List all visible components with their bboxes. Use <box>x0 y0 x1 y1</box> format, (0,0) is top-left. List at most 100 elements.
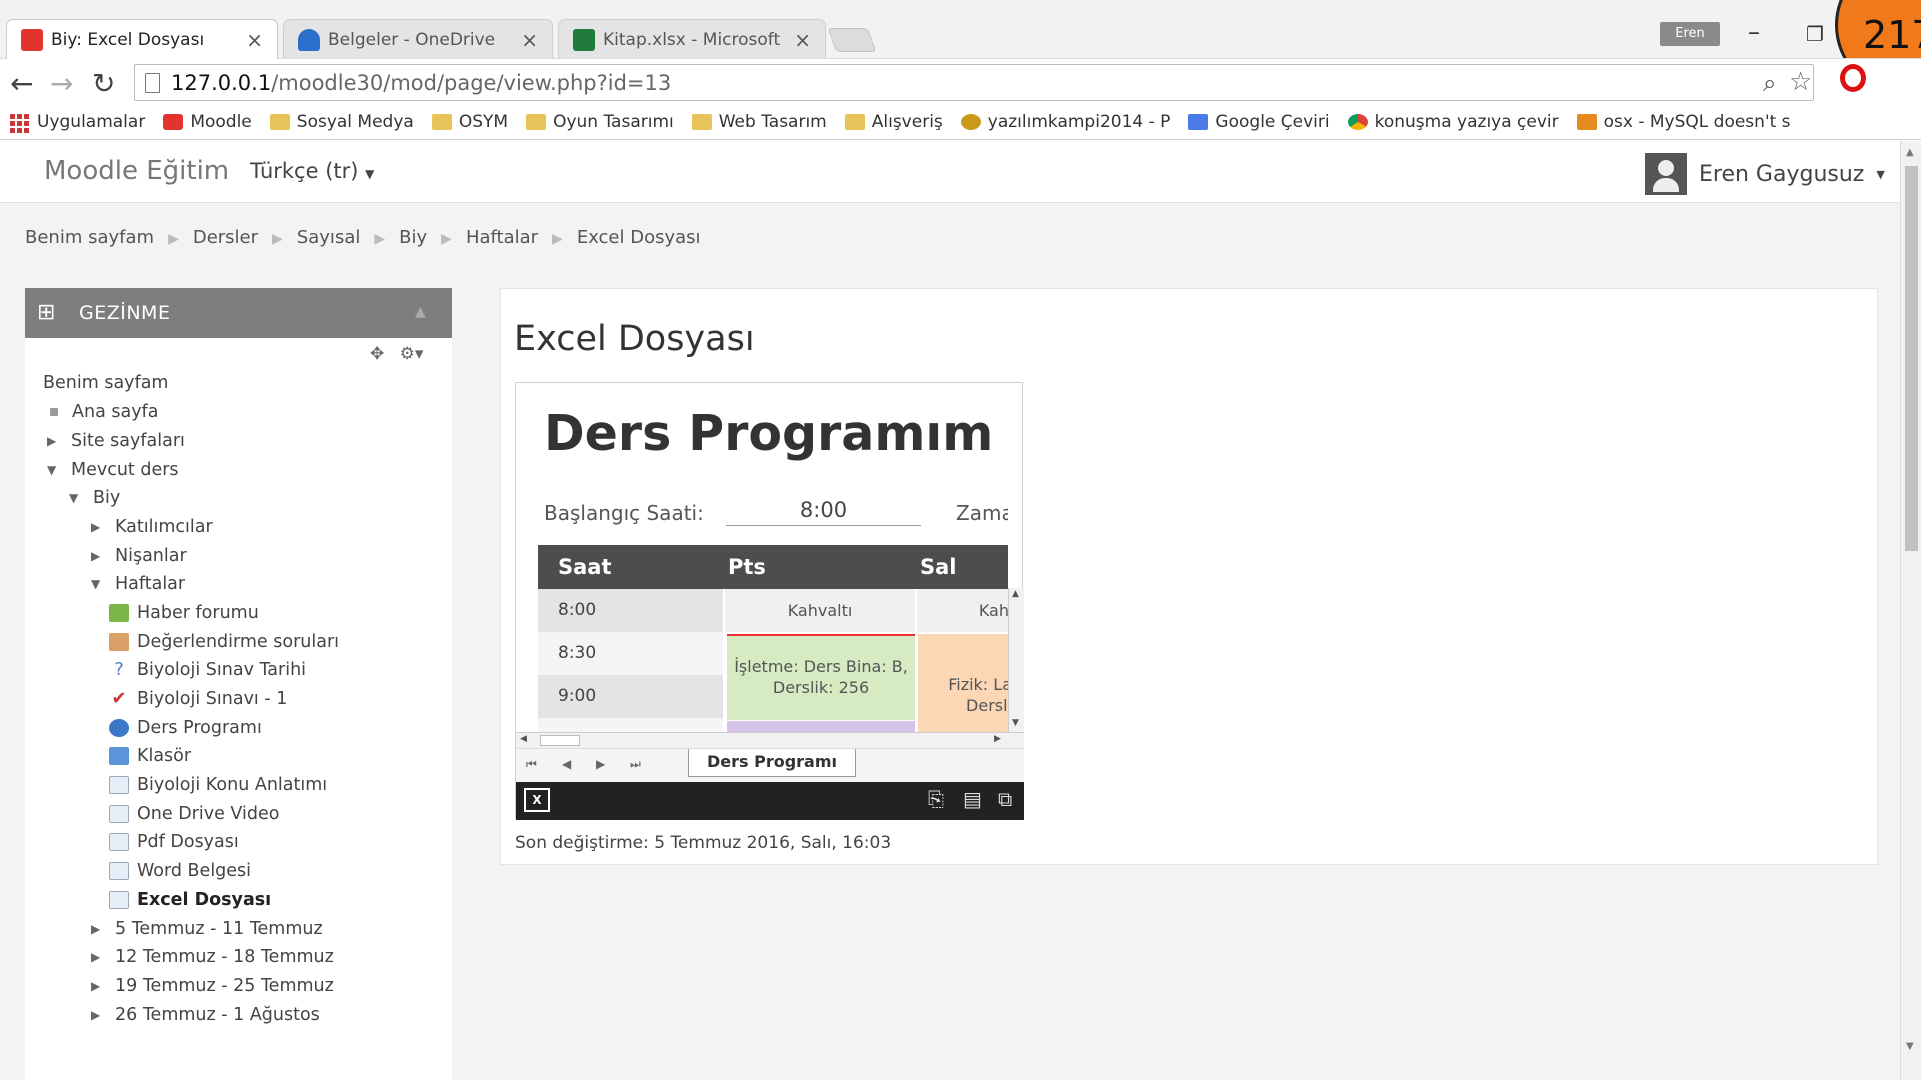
page-scrollbar[interactable]: ▲ ▼ <box>1900 141 1921 1080</box>
time-cell[interactable] <box>538 718 723 732</box>
site-brand[interactable]: Moodle Eğitim <box>44 156 229 186</box>
breadcrumb-item[interactable]: Haftalar <box>466 227 538 248</box>
nav-item-site-sayfalari[interactable]: ▶ Site sayfaları <box>47 431 185 451</box>
nav-item-sinav-1[interactable]: ✔ Biyoloji Sınavı - 1 <box>109 689 287 709</box>
nav-item-week-1[interactable]: ▶ 5 Temmuz - 11 Temmuz <box>91 919 323 939</box>
schedule-cell[interactable] <box>727 721 915 732</box>
time-cell[interactable]: 8:30 <box>538 632 723 675</box>
chevron-right-icon[interactable]: ▶ <box>91 1008 105 1022</box>
bookmark-moodle[interactable]: Moodle <box>163 112 252 132</box>
minimize-icon[interactable]: – <box>1748 18 1760 46</box>
nav-item-mevcut-ders[interactable]: ▼ Mevcut ders <box>47 460 179 480</box>
scroll-up-icon[interactable]: ▲ <box>1906 147 1914 158</box>
nav-item-week-2[interactable]: ▶ 12 Temmuz - 18 Temmuz <box>91 947 334 967</box>
bookmark-google-ceviri[interactable]: Google Çeviri <box>1188 112 1330 132</box>
first-sheet-icon[interactable]: ⏮ <box>526 757 537 772</box>
breadcrumb-item[interactable]: Biy <box>399 227 427 248</box>
chevron-down-icon[interactable]: ▼ <box>69 491 83 505</box>
fullscreen-icon[interactable]: ⧉ <box>998 787 1012 811</box>
gear-icon[interactable]: ⚙▾ <box>400 344 424 364</box>
next-sheet-icon[interactable]: ▶ <box>596 757 605 771</box>
nav-item-konu-anlatimi[interactable]: Biyoloji Konu Anlatımı <box>109 775 327 795</box>
sheet-tab-ders-programi[interactable]: Ders Programı <box>688 749 856 777</box>
new-tab-button[interactable] <box>827 28 877 52</box>
nav-item-week-3[interactable]: ▶ 19 Temmuz - 25 Temmuz <box>91 976 334 996</box>
tab-kitap-xlsx[interactable]: Kitap.xlsx - Microsoft Exce × <box>558 19 826 59</box>
bookmark-apps[interactable]: Uygulamalar <box>10 112 145 133</box>
nav-item-benim-sayfam[interactable]: Benim sayfam <box>43 373 168 393</box>
breadcrumb-item[interactable]: Dersler <box>193 227 258 248</box>
nav-item-week-4[interactable]: ▶ 26 Temmuz - 1 Ağustos <box>91 1005 320 1025</box>
last-sheet-icon[interactable]: ⏭ <box>630 757 641 772</box>
tab-onedrive[interactable]: Belgeler - OneDrive × <box>283 19 553 59</box>
schedule-cell[interactable]: Kahvaltı <box>725 589 915 632</box>
chevron-down-icon[interactable]: ▼ <box>47 463 61 477</box>
collapse-icon[interactable]: ▲ <box>415 304 426 320</box>
bookmark-osym[interactable]: OSYM <box>431 112 508 132</box>
download-icon[interactable]: ⎘ <box>928 787 944 811</box>
restore-icon[interactable]: ❐ <box>1806 22 1824 46</box>
nav-item-ders-programi[interactable]: Ders Programı <box>109 718 262 738</box>
nav-item-haftalar[interactable]: ▼ Haftalar <box>91 574 185 594</box>
chevron-down-icon[interactable]: ▼ <box>91 577 105 591</box>
bookmark-web-tasarim[interactable]: Web Tasarım <box>691 112 827 132</box>
nav-item-biy[interactable]: ▼ Biy <box>69 488 120 508</box>
vertical-scrollbar[interactable]: ▲ ▼ <box>1008 588 1024 732</box>
time-cell[interactable]: 9:00 <box>538 675 723 718</box>
bookmark-osx-mysql[interactable]: osx - MySQL doesn't s <box>1576 112 1791 132</box>
nav-item-nisanlar[interactable]: ▶ Nişanlar <box>91 546 187 566</box>
extension-icon[interactable] <box>1840 64 1866 92</box>
bookmark-star-icon[interactable]: ☆ <box>1789 67 1812 97</box>
scroll-left-icon[interactable]: ◀ <box>520 734 527 744</box>
bookmark-alisveris[interactable]: Alışveriş <box>844 112 943 132</box>
scroll-thumb[interactable] <box>1905 166 1918 551</box>
schedule-cell[interactable]: İşletme: Ders Bina: B, Derslik: 256 <box>727 634 915 720</box>
scroll-up-icon[interactable]: ▲ <box>1012 589 1019 599</box>
url-text[interactable]: 127.0.0.1/moodle30/mod/page/view.php?id=… <box>171 71 671 95</box>
forward-arrow-icon[interactable]: → <box>50 67 73 100</box>
scroll-right-icon[interactable]: ▶ <box>994 734 1001 744</box>
close-icon[interactable]: × <box>521 28 538 52</box>
address-bar[interactable]: 127.0.0.1/moodle30/mod/page/view.php?id=… <box>134 64 1814 101</box>
bookmark-konusma[interactable]: konuşma yazıya çevir <box>1347 112 1559 132</box>
chevron-right-icon[interactable]: ▶ <box>91 979 105 993</box>
bookmark-yazilimkampi[interactable]: yazılımkampi2014 - P <box>960 112 1170 132</box>
breadcrumb-item[interactable]: Benim sayfam <box>25 227 154 248</box>
nav-item-excel-dosyasi[interactable]: Excel Dosyası <box>109 890 271 910</box>
chevron-right-icon[interactable]: ▶ <box>47 434 61 448</box>
bookmark-oyun-tasarimi[interactable]: Oyun Tasarımı <box>526 112 674 132</box>
user-menu[interactable]: Eren Gaygusuz ▼ <box>1645 153 1885 195</box>
chevron-right-icon[interactable]: ▶ <box>91 950 105 964</box>
breadcrumb-item[interactable]: Sayısal <box>297 227 361 248</box>
navigation-block-header[interactable]: ⊞ GEZİNME ▲ <box>25 288 452 338</box>
schedule-cell[interactable]: Fizik: La Dersli <box>918 634 1008 732</box>
nav-item-klasor[interactable]: Klasör <box>109 746 191 766</box>
chevron-right-icon[interactable]: ▶ <box>91 549 105 563</box>
scroll-down-icon[interactable]: ▼ <box>1906 1041 1914 1052</box>
nav-item-sinav-tarihi[interactable]: ? Biyoloji Sınav Tarihi <box>109 660 306 680</box>
prev-sheet-icon[interactable]: ◀ <box>562 757 571 771</box>
excel-embed[interactable]: Ders Programım | ( Başlangıç Saati: 8:00… <box>515 382 1024 820</box>
profile-chip[interactable]: Eren <box>1660 22 1720 46</box>
excel-logo-icon[interactable]: X <box>524 788 550 812</box>
scroll-down-icon[interactable]: ▼ <box>1012 718 1019 728</box>
excel-sheet-view[interactable]: Ders Programım | ( Başlangıç Saati: 8:00… <box>516 383 1008 732</box>
nav-item-ana-sayfa[interactable]: Ana sayfa <box>47 402 158 422</box>
scroll-thumb[interactable] <box>540 735 580 746</box>
nav-item-haber-forumu[interactable]: Haber forumu <box>109 603 259 623</box>
start-time-cell[interactable]: 8:00 <box>726 498 921 526</box>
close-icon[interactable]: × <box>794 28 811 52</box>
time-cell[interactable]: 8:00 <box>538 589 723 632</box>
reload-icon[interactable]: ↻ <box>92 67 115 100</box>
nav-item-word-belgesi[interactable]: Word Belgesi <box>109 861 251 881</box>
chevron-right-icon[interactable]: ▶ <box>91 520 105 534</box>
close-icon[interactable]: × <box>246 28 263 52</box>
info-icon[interactable]: ▤ <box>963 787 982 811</box>
back-arrow-icon[interactable]: ← <box>10 67 33 100</box>
tab-excel-dosyasi[interactable]: Biy: Excel Dosyası × <box>6 19 278 59</box>
bookmark-sosyal-medya[interactable]: Sosyal Medya <box>269 112 414 132</box>
nav-item-katilimcilar[interactable]: ▶ Katılımcılar <box>91 517 213 537</box>
zoom-icon[interactable]: ⌕ <box>1763 69 1776 97</box>
nav-item-degerlendirme[interactable]: Değerlendirme soruları <box>109 632 339 652</box>
language-menu[interactable]: Türkçe (tr) ▼ <box>250 159 374 183</box>
